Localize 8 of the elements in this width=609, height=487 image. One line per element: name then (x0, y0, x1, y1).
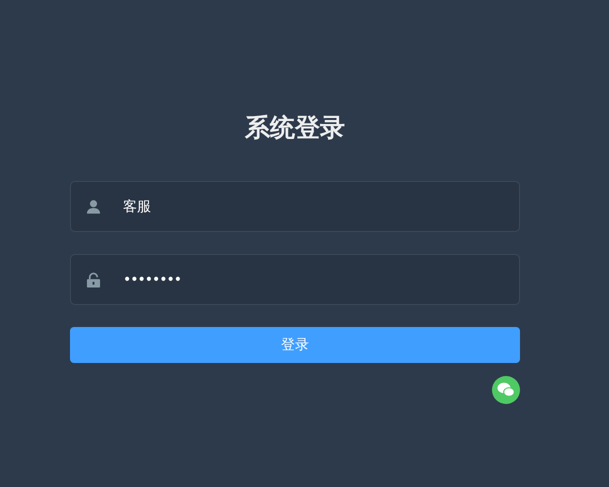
lock-icon (86, 272, 101, 288)
chat-bubbles-icon[interactable] (492, 376, 520, 404)
password-field[interactable]: •••••••• (70, 254, 520, 305)
username-field[interactable]: 客服 (70, 181, 520, 232)
user-icon (86, 198, 101, 214)
password-input[interactable]: •••••••• (123, 255, 519, 304)
username-input[interactable]: 客服 (123, 182, 519, 231)
login-title: 系统登录 (244, 112, 346, 144)
